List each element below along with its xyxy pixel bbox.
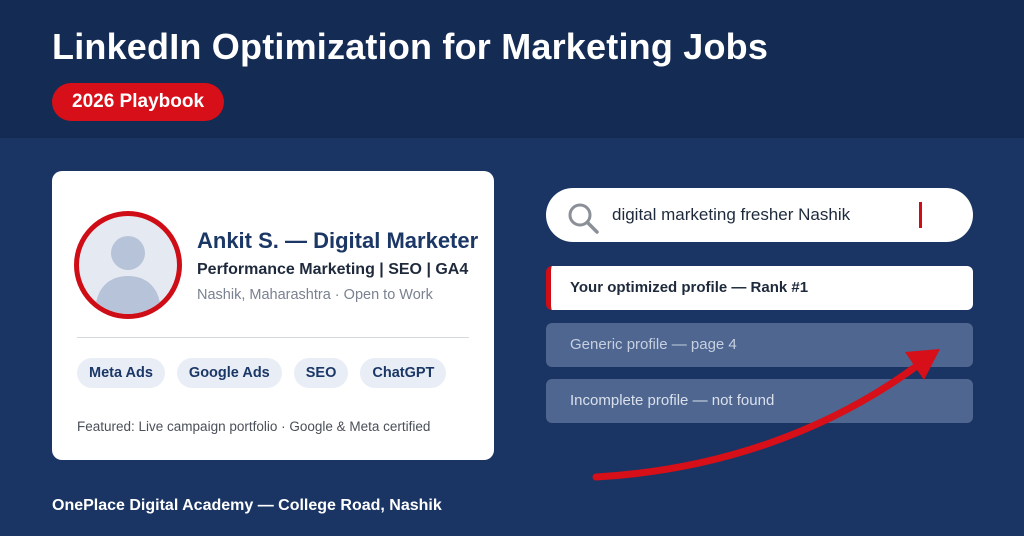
search-result-generic[interactable]: Generic profile — page 4 — [546, 323, 973, 367]
search-result-incomplete[interactable]: Incomplete profile — not found — [546, 379, 973, 423]
divider — [77, 337, 469, 338]
footer-academy: OnePlace Digital Academy — College Road,… — [52, 497, 442, 514]
search-query[interactable]: digital marketing fresher Nashik — [612, 205, 850, 225]
skill-chip-chatgpt: ChatGPT — [360, 358, 447, 388]
search-icon — [568, 203, 599, 234]
skill-chip-meta-ads: Meta Ads — [77, 358, 165, 388]
avatar — [74, 211, 182, 319]
search-bar[interactable]: digital marketing fresher Nashik — [546, 188, 973, 242]
skill-chip-seo: SEO — [293, 358, 349, 388]
skill-chips: Meta Ads Google Ads SEO ChatGPT — [77, 358, 447, 388]
page-title: LinkedIn Optimization for Marketing Jobs — [52, 26, 769, 67]
playbook-badge: 2026 Playbook — [52, 83, 225, 121]
search-result-top[interactable]: Your optimized profile — Rank #1 — [546, 266, 973, 310]
profile-headline: Performance Marketing | SEO | GA4 — [197, 261, 469, 278]
user-silhouette-icon — [95, 236, 161, 314]
skill-chip-google-ads: Google Ads — [176, 358, 282, 388]
profile-name: Ankit S. — Digital Marketer — [197, 228, 479, 253]
profile-location: Nashik, Maharashtra · Open to Work — [197, 287, 433, 303]
featured-line: Featured: Live campaign portfolio · Goog… — [77, 419, 431, 434]
profile-card: Ankit S. — Digital Marketer Performance … — [52, 171, 494, 460]
text-cursor — [919, 202, 922, 228]
